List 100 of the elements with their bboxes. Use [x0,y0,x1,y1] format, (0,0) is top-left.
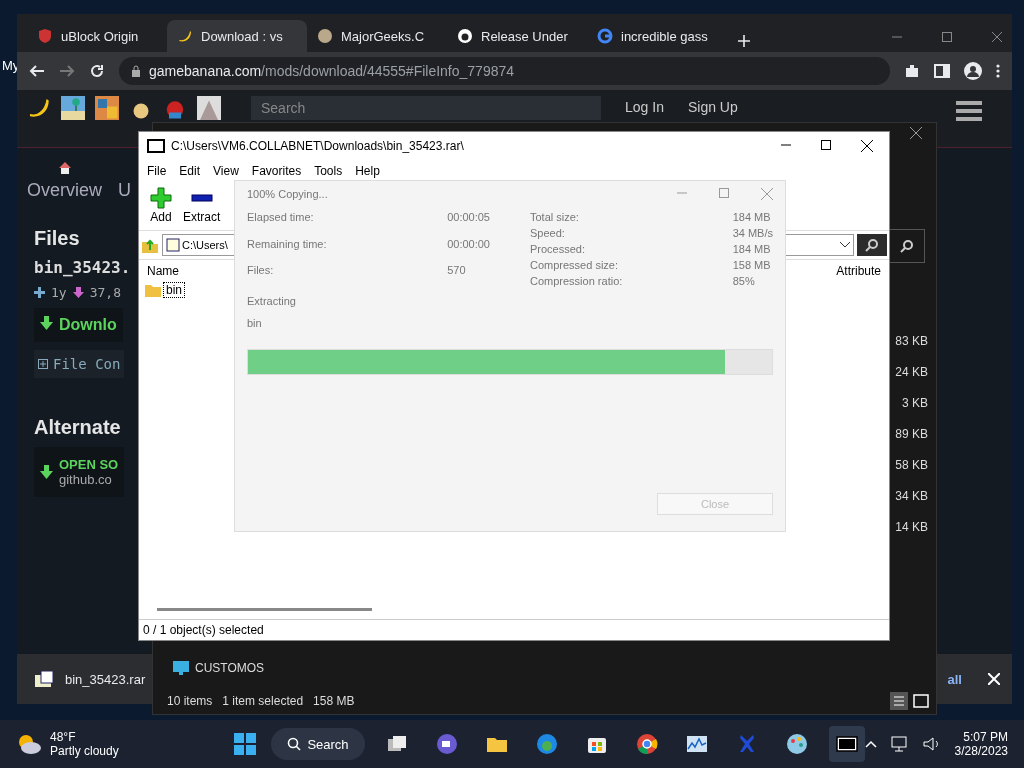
show-all-link[interactable]: all [947,671,962,687]
browser-tab[interactable]: incredible gass [587,20,727,52]
maximize-icon[interactable] [821,140,831,150]
auth-link[interactable]: Log In [625,99,664,115]
dialog-title: 100% Copying... [247,188,328,200]
stat-label: Compression ratio: [530,275,624,287]
browser-tab[interactable]: Download : vs [167,20,307,52]
cloud-sun-icon [16,733,42,755]
menu-item[interactable]: Tools [314,164,343,178]
toolbar-button[interactable]: Extract [181,186,223,226]
browser-tab[interactable]: MajorGeeks.C [307,20,447,52]
camera-icon [434,732,459,756]
archive-icon [166,238,180,252]
start-icon[interactable] [233,732,258,756]
file-size: 24 KB [895,364,928,381]
mirror-name: OPEN SO [59,457,119,472]
sidebar-icon[interactable] [934,63,950,79]
stat-value: 34 MB/s [732,227,773,239]
nav-tab[interactable]: Overview [27,180,102,201]
action-label: Extracting [247,295,297,307]
file-size: 34 KB [895,488,928,505]
close-icon[interactable] [910,127,922,139]
monitor-icon [173,661,189,675]
temperature: 48°F [50,730,77,744]
status-text: 1 item selected [222,694,304,708]
file-name: bin_35423. [34,258,131,277]
download-icon [72,287,84,298]
chevron-up-icon[interactable] [864,740,877,748]
stat-label: Processed: [530,243,587,255]
banana-icon[interactable] [27,96,51,120]
search-field[interactable]: Search [251,96,601,120]
download-button[interactable]: Downlo [34,308,123,342]
clock-time[interactable]: 5:07 PM [963,730,1008,744]
palette-icon [784,732,809,756]
folder-icon [145,283,161,297]
forward-icon[interactable] [59,63,75,79]
menu-icon[interactable] [956,100,982,122]
stat-value: 570 [447,264,467,279]
mirror-link[interactable]: OPEN SO github.co [34,447,125,497]
status-text: 158 MB [313,694,355,708]
browser-tab[interactable]: Release Under [447,20,587,52]
column-header[interactable]: Attribute [836,264,881,278]
file-size: 14 KB [895,519,928,536]
close-icon[interactable] [861,140,873,152]
browser-tab[interactable]: uBlock Origin [27,20,167,52]
status-text: 10 items [167,694,213,708]
plus-icon [34,287,45,298]
file-name[interactable]: bin [163,282,185,298]
file-age: 1y [51,285,67,300]
menu-item[interactable]: View [213,164,239,178]
arrow-down-icon [40,465,53,479]
stat-label: Elapsed time: [247,211,315,225]
taskbar-app[interactable] [828,726,865,762]
back-icon[interactable] [29,63,45,79]
arrow-down-icon [40,316,53,330]
reload-icon[interactable] [89,63,105,79]
stat-value: 00:00:05 [447,211,490,225]
stat-value: 00:00:00 [447,237,490,252]
address-bar[interactable]: gamebanana.com/mods/download/44555#FileInfo_779874 [119,57,890,85]
expand-icon [38,359,48,369]
stat-value: 85% [732,275,756,287]
search-button[interactable]: Search [271,728,365,760]
column-header[interactable]: Name [147,264,179,278]
menu-item[interactable]: File [147,164,167,178]
search-icon [865,238,879,252]
url-text: gamebanana.com/mods/download/44555#FileInfo_779874 [149,63,515,79]
speaker-icon[interactable] [922,736,941,752]
stat-label: Total size: [530,211,580,223]
auth-link[interactable]: Sign Up [687,99,738,115]
status-text: 0 / 1 object(s) selected [143,623,264,637]
plus-icon [149,186,173,210]
stat-value: 184 MB [732,243,772,255]
weather-condition: Partly cloudy [50,744,119,758]
clock-date[interactable]: 3/28/2023 [954,744,1008,758]
home-icon [58,162,71,174]
menu-item[interactable]: Favorites [251,164,302,178]
archive-icon [35,671,53,687]
menu-item[interactable]: Help [355,164,380,178]
banana-icon [177,28,193,44]
tree-item[interactable]: CUSTOMOS [173,661,265,675]
stat-label: Remaining time: [247,237,328,252]
current-file: bin [247,317,263,329]
stat-value: 184 MB [732,211,772,223]
search-button[interactable] [857,234,887,256]
stat-label: Compressed size: [530,259,620,271]
file-contents-toggle[interactable]: File Con [34,350,125,378]
toolbar-button[interactable]: Add [147,186,175,226]
section-heading: Alternate [34,416,121,439]
menu-item[interactable]: Edit [179,164,201,178]
chrome-icon [634,732,659,756]
more-icon[interactable] [996,63,1000,79]
nav-tab[interactable]: U [118,180,131,201]
stat-label: Files: [247,264,275,279]
download-file[interactable]: bin_35423.rar [65,671,146,687]
chevron-down-icon [840,242,850,248]
lock-icon [131,65,141,77]
preview-view-icon[interactable] [912,692,930,710]
profile-icon[interactable] [964,62,982,80]
window-title: C:\Users\VM6.COLLABNET\Downloads\bin_35423.rar\ [171,139,464,153]
shield-icon [37,28,53,44]
